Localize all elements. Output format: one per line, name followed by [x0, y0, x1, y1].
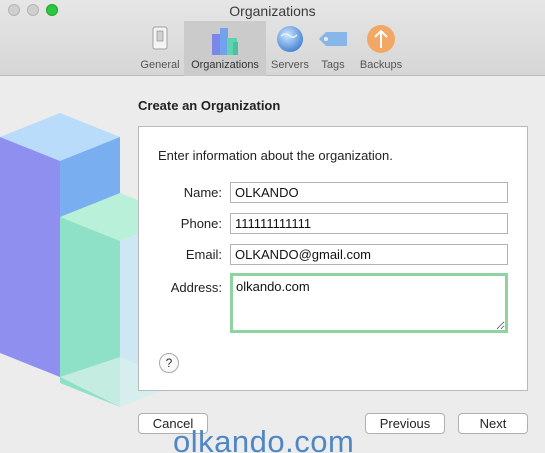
- next-button[interactable]: Next: [458, 413, 528, 434]
- email-label: Email:: [185, 247, 222, 262]
- toolbar-item-backups[interactable]: Backups: [354, 21, 408, 76]
- upload-arrow-icon: [367, 25, 395, 53]
- toolbar-label-general: General: [140, 59, 180, 71]
- form-intro-text: Enter information about the organization…: [158, 148, 393, 163]
- globe-icon: [277, 26, 303, 52]
- watermark-text: olkando.com: [173, 424, 355, 453]
- switch-icon: [152, 26, 168, 50]
- content-area: Create an Organization Enter information…: [0, 77, 545, 453]
- phone-field[interactable]: [230, 213, 508, 234]
- address-label: Address:: [170, 280, 222, 295]
- toolbar-item-servers[interactable]: Servers: [266, 21, 314, 76]
- phone-label: Phone:: [180, 216, 222, 231]
- name-label: Name:: [183, 185, 222, 200]
- building-blocks-icon: [212, 28, 238, 55]
- page-title: Create an Organization: [138, 98, 281, 113]
- window-titlebar: Organizations General Organizations Serv…: [0, 0, 545, 76]
- toolbar-label-backups: Backups: [359, 59, 403, 71]
- toolbar-label-tags: Tags: [321, 59, 345, 71]
- name-field[interactable]: [230, 182, 508, 203]
- toolbar-label-servers: Servers: [271, 59, 309, 71]
- help-button[interactable]: ?: [159, 353, 179, 373]
- window-title: Organizations: [229, 3, 316, 19]
- previous-button[interactable]: Previous: [365, 413, 445, 434]
- tag-icon: [319, 32, 347, 46]
- address-field[interactable]: olkando.com: [230, 273, 508, 333]
- email-field[interactable]: [230, 244, 508, 265]
- toolbar-item-organizations[interactable]: Organizations: [184, 21, 266, 76]
- toolbar-item-tags[interactable]: Tags: [314, 21, 352, 76]
- toolbar-item-general[interactable]: General: [136, 21, 184, 76]
- toolbar-label-organizations: Organizations: [191, 59, 259, 71]
- organization-form-panel: Enter information about the organization…: [138, 126, 528, 391]
